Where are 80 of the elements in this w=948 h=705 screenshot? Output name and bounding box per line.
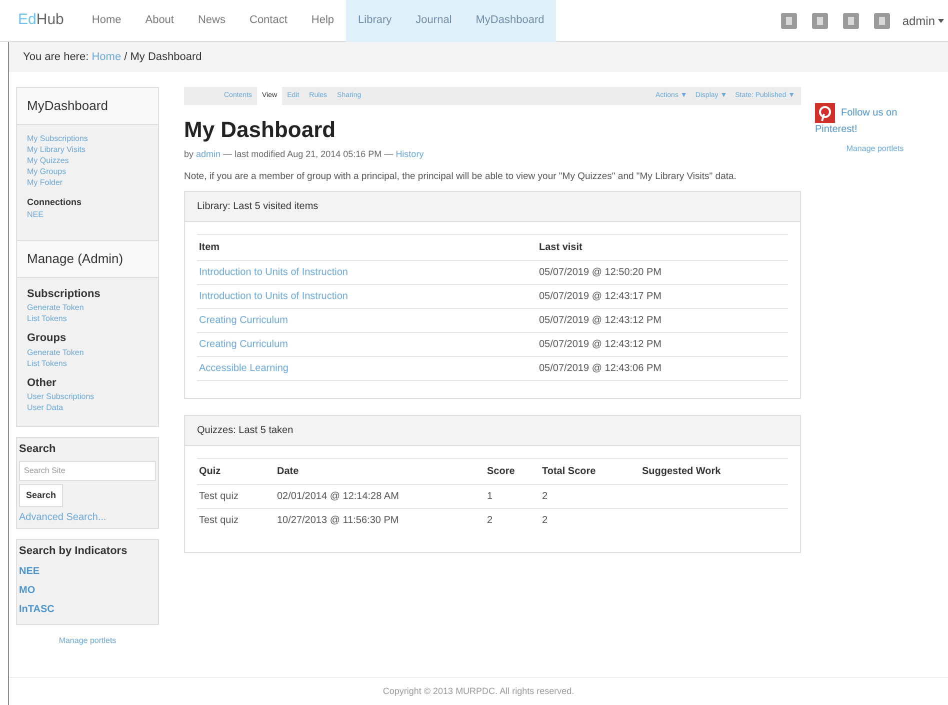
column-header: Total Score (540, 458, 640, 484)
nav-link[interactable]: News (186, 0, 238, 42)
breadcrumb-link[interactable]: Home (92, 50, 122, 63)
panel-title: MyDashboard (17, 88, 158, 124)
copyright-text: Copyright © 2013 MURPDC. All rights reserved. (382, 684, 574, 698)
nav-link[interactable]: Contact (238, 0, 300, 42)
column-header: Item (197, 234, 537, 260)
indicator-link[interactable]: MO (19, 582, 156, 598)
table-cell: 05/07/2019 @ 12:43:06 PM (537, 356, 788, 380)
sidebar-link[interactable]: Generate Token (27, 346, 148, 358)
panel-title: Library: Last 5 visited items (185, 192, 800, 222)
sidebar-link[interactable]: My Library Visits (27, 144, 148, 154)
note-text: Note, if you are a member of group with a principal, the principal will be able to view your "My Quizzes" and "My Library Visits" data. (184, 170, 738, 182)
table-cell: 05/07/2019 @ 12:43:12 PM (537, 332, 788, 356)
nav-link[interactable]: MyDashboard (464, 0, 556, 42)
sidebar-link[interactable]: List Tokens (27, 358, 148, 368)
column-header: Last visit (537, 234, 788, 260)
table-cell: 05/07/2019 @ 12:50:20 PM (537, 260, 788, 284)
item-link[interactable]: Creating Curriculum (199, 338, 288, 350)
table-cell: 2 (540, 484, 640, 508)
sidebar-link[interactable]: My Folder (27, 176, 148, 188)
table-cell: 10/27/2013 @ 11:56:30 PM (275, 508, 485, 532)
sidebar-link[interactable]: My Subscriptions (27, 132, 148, 144)
item-link[interactable]: Creating Curriculum (199, 314, 288, 326)
manage-portlets-link[interactable]: Manage portlets (16, 635, 159, 647)
sidebar-link[interactable]: Generate Token (27, 302, 148, 313)
table-cell: Test quiz (197, 484, 275, 508)
panel-title: Search (19, 442, 57, 457)
section-heading: Connections (27, 196, 83, 208)
history-link[interactable]: History (396, 149, 424, 159)
panel-title: Quizzes: Last 5 taken (185, 416, 800, 446)
advanced-search-link[interactable]: Advanced Search... (19, 510, 156, 525)
sidebar-link[interactable]: User Data (27, 402, 148, 413)
column-header: Score (485, 458, 540, 484)
panel-title: Manage (Admin) (17, 240, 158, 278)
section-heading: Other (27, 376, 58, 390)
sidebar-link[interactable]: User Subscriptions (27, 391, 148, 402)
byline: by admin — last modified Aug 21, 2014 05:16 PM — History (184, 148, 425, 161)
indicator-link[interactable]: NEE (19, 564, 156, 578)
sidebar-link[interactable]: My Groups (27, 166, 148, 176)
social-icon[interactable] (781, 12, 798, 28)
nav-link[interactable]: Home (80, 0, 134, 42)
table-cell: 05/07/2019 @ 12:43:17 PM (537, 284, 788, 308)
social-icon[interactable] (843, 12, 860, 28)
column-header: Date (275, 458, 485, 484)
nav-link[interactable]: Help (299, 0, 346, 42)
pinterest-follow-link[interactable]: Follow us on Pinterest! (815, 103, 935, 137)
item-link[interactable]: Accessible Learning (199, 362, 288, 374)
pinterest-icon[interactable] (815, 103, 835, 123)
nav-link[interactable]: Library (346, 0, 404, 42)
nav-link[interactable]: Journal (404, 0, 464, 42)
sidebar-link[interactable]: NEE (27, 209, 148, 220)
item-link[interactable]: Introduction to Units of Instruction (199, 290, 348, 302)
user-menu[interactable]: admin (902, 12, 944, 30)
panel-title: Search by Indicators (19, 544, 128, 559)
section-heading: Groups (27, 331, 68, 346)
sidebar-link[interactable]: List Tokens (27, 313, 148, 324)
breadcrumb: You are here: Home / My Dashboard (23, 50, 202, 65)
table-cell: 2 (540, 508, 640, 532)
social-icon[interactable] (812, 12, 828, 28)
column-header: Quiz (197, 458, 275, 484)
search-button[interactable]: Search (19, 484, 64, 507)
table-cell: 2 (485, 508, 540, 532)
manage-portlets-link[interactable]: Manage portlets (815, 143, 935, 155)
site-logo[interactable]: EdHub (18, 9, 64, 32)
page-title: My Dashboard (184, 116, 337, 144)
table-cell: 02/01/2014 @ 12:14:28 AM (275, 484, 485, 508)
column-header: Suggested Work (640, 458, 788, 484)
table-cell: 05/07/2019 @ 12:43:12 PM (537, 308, 788, 332)
search-field[interactable]: Search Site (19, 460, 156, 480)
indicator-link[interactable]: InTASC (19, 602, 156, 616)
author-link[interactable]: admin (196, 149, 221, 159)
social-icon[interactable] (874, 12, 890, 28)
sidebar-link[interactable]: My Quizzes (27, 154, 148, 166)
item-link[interactable]: Introduction to Units of Instruction (199, 266, 348, 278)
table-cell: 1 (485, 484, 540, 508)
caret-icon (938, 18, 944, 22)
nav-link[interactable]: About (133, 0, 186, 42)
table-cell: Test quiz (197, 508, 275, 532)
section-heading: Subscriptions (27, 286, 102, 302)
